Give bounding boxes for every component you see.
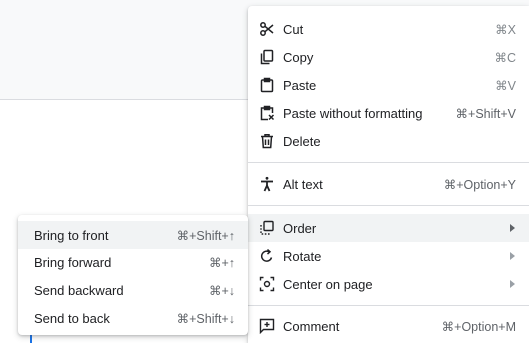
shortcut-label: ⌘+Shift+V bbox=[455, 106, 516, 121]
submenu-item-bring-to-front[interactable]: Bring to front ⌘+Shift+↑ bbox=[18, 221, 248, 249]
menu-item-copy[interactable]: Copy ⌘C bbox=[248, 43, 529, 71]
menu-item-cut[interactable]: Cut ⌘X bbox=[248, 15, 529, 43]
center-icon bbox=[259, 276, 275, 292]
shortcut-label: ⌘C bbox=[494, 50, 516, 65]
menu-separator bbox=[248, 205, 529, 206]
menu-item-label: Copy bbox=[283, 49, 314, 65]
menu-item-order[interactable]: Order bbox=[248, 214, 529, 242]
text-cursor bbox=[30, 335, 32, 343]
submenu-item-bring-forward[interactable]: Bring forward ⌘+↑ bbox=[18, 248, 248, 276]
menu-item-center-on-page[interactable]: Center on page bbox=[248, 270, 529, 298]
menu-item-delete[interactable]: Delete bbox=[248, 127, 529, 155]
order-submenu: Bring to front ⌘+Shift+↑ Bring forward ⌘… bbox=[18, 215, 248, 335]
shortcut-label: ⌘+Option+M bbox=[441, 319, 516, 334]
copy-icon bbox=[259, 49, 275, 65]
order-icon bbox=[259, 220, 275, 236]
menu-item-label: Order bbox=[283, 220, 317, 236]
menu-item-label: Cut bbox=[283, 21, 304, 37]
menu-separator bbox=[248, 305, 529, 306]
menu-separator bbox=[248, 162, 529, 163]
trash-icon bbox=[259, 133, 275, 149]
shortcut-label: ⌘+Shift+↑ bbox=[176, 228, 235, 243]
menu-item-label: Center on page bbox=[283, 276, 373, 292]
menu-item-label: Alt text bbox=[283, 176, 323, 192]
menu-item-label: Comment bbox=[283, 318, 340, 334]
submenu-item-send-backward[interactable]: Send backward ⌘+↓ bbox=[18, 276, 248, 304]
shortcut-label: ⌘V bbox=[495, 78, 516, 93]
submenu-item-label: Send to back bbox=[34, 310, 110, 326]
menu-item-paste-without-formatting[interactable]: Paste without formatting ⌘+Shift+V bbox=[248, 99, 529, 127]
menu-item-label: Delete bbox=[283, 133, 321, 149]
submenu-arrow-icon bbox=[510, 224, 515, 232]
shortcut-label: ⌘+↑ bbox=[208, 255, 235, 270]
clipboard-icon bbox=[259, 77, 275, 93]
submenu-item-label: Bring to front bbox=[34, 227, 109, 243]
add-comment-icon bbox=[259, 318, 275, 334]
menu-item-label: Rotate bbox=[283, 248, 322, 264]
submenu-arrow-icon bbox=[510, 252, 515, 260]
menu-item-comment[interactable]: Comment ⌘+Option+M bbox=[248, 312, 529, 340]
accessibility-icon bbox=[259, 176, 275, 192]
shortcut-label: ⌘+Shift+↓ bbox=[176, 311, 235, 326]
scissors-icon bbox=[259, 21, 275, 37]
canvas-divider bbox=[0, 99, 250, 100]
clipboard-format-icon bbox=[259, 105, 275, 121]
submenu-arrow-icon bbox=[510, 280, 515, 288]
menu-item-label: Paste bbox=[283, 77, 317, 93]
menu-item-paste[interactable]: Paste ⌘V bbox=[248, 71, 529, 99]
submenu-item-send-to-back[interactable]: Send to back ⌘+Shift+↓ bbox=[18, 304, 248, 332]
shortcut-label: ⌘+↓ bbox=[208, 283, 235, 298]
menu-item-label: Paste without formatting bbox=[283, 105, 423, 121]
menu-item-rotate[interactable]: Rotate bbox=[248, 242, 529, 270]
rotate-icon bbox=[259, 248, 275, 264]
context-menu: Cut ⌘X Copy ⌘C Paste ⌘V Paste without fo… bbox=[248, 6, 529, 343]
shortcut-label: ⌘X bbox=[495, 22, 516, 37]
shortcut-label: ⌘+Option+Y bbox=[443, 177, 516, 192]
submenu-item-label: Send backward bbox=[34, 282, 124, 298]
menu-item-alt-text[interactable]: Alt text ⌘+Option+Y bbox=[248, 170, 529, 198]
submenu-item-label: Bring forward bbox=[34, 254, 112, 270]
